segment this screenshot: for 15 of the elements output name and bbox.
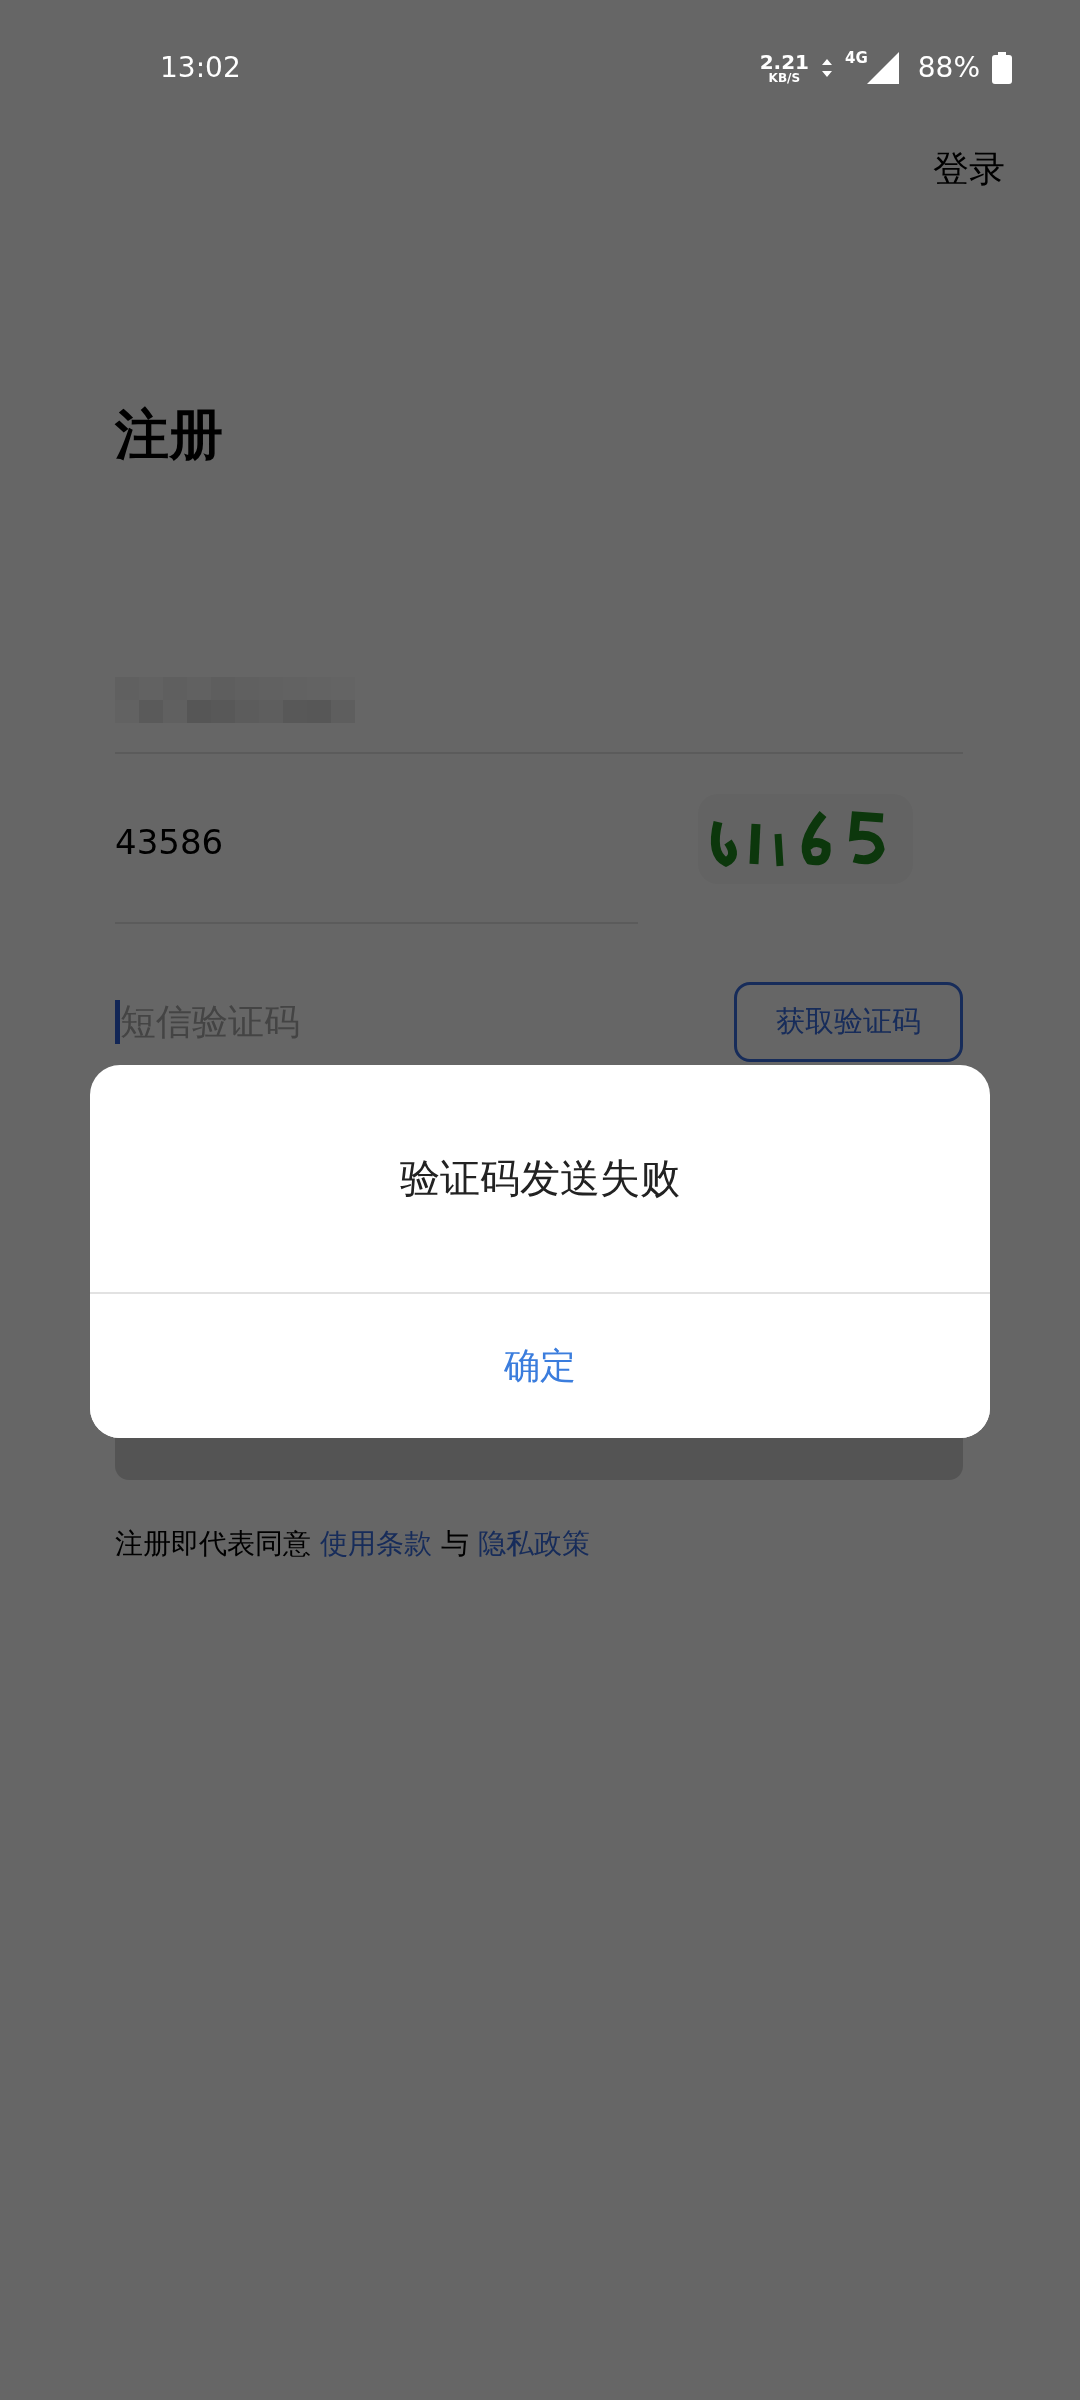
clock: 13:02 [160, 51, 241, 84]
privacy-policy-link[interactable]: 隐私政策 [477, 1527, 590, 1560]
signal-icon [865, 50, 900, 85]
page-title: 注册 [115, 402, 224, 468]
battery-icon [992, 51, 1012, 84]
network-speed: 2.21 [759, 51, 809, 72]
captcha-field[interactable]: 43586 [115, 754, 638, 924]
network-speed-unit: KB/S [768, 71, 801, 84]
login-link[interactable]: 登录 [933, 145, 1005, 194]
terms-of-use-link[interactable]: 使用条款 [319, 1527, 432, 1560]
battery-percent: 88% [917, 51, 980, 84]
data-arrows-icon [821, 57, 833, 78]
network-type: 4G [845, 48, 868, 67]
get-code-button[interactable]: 获取验证码 [734, 982, 963, 1062]
terms-text: 注册即代表同意 使用条款 与 隐私政策 [115, 1526, 591, 1562]
